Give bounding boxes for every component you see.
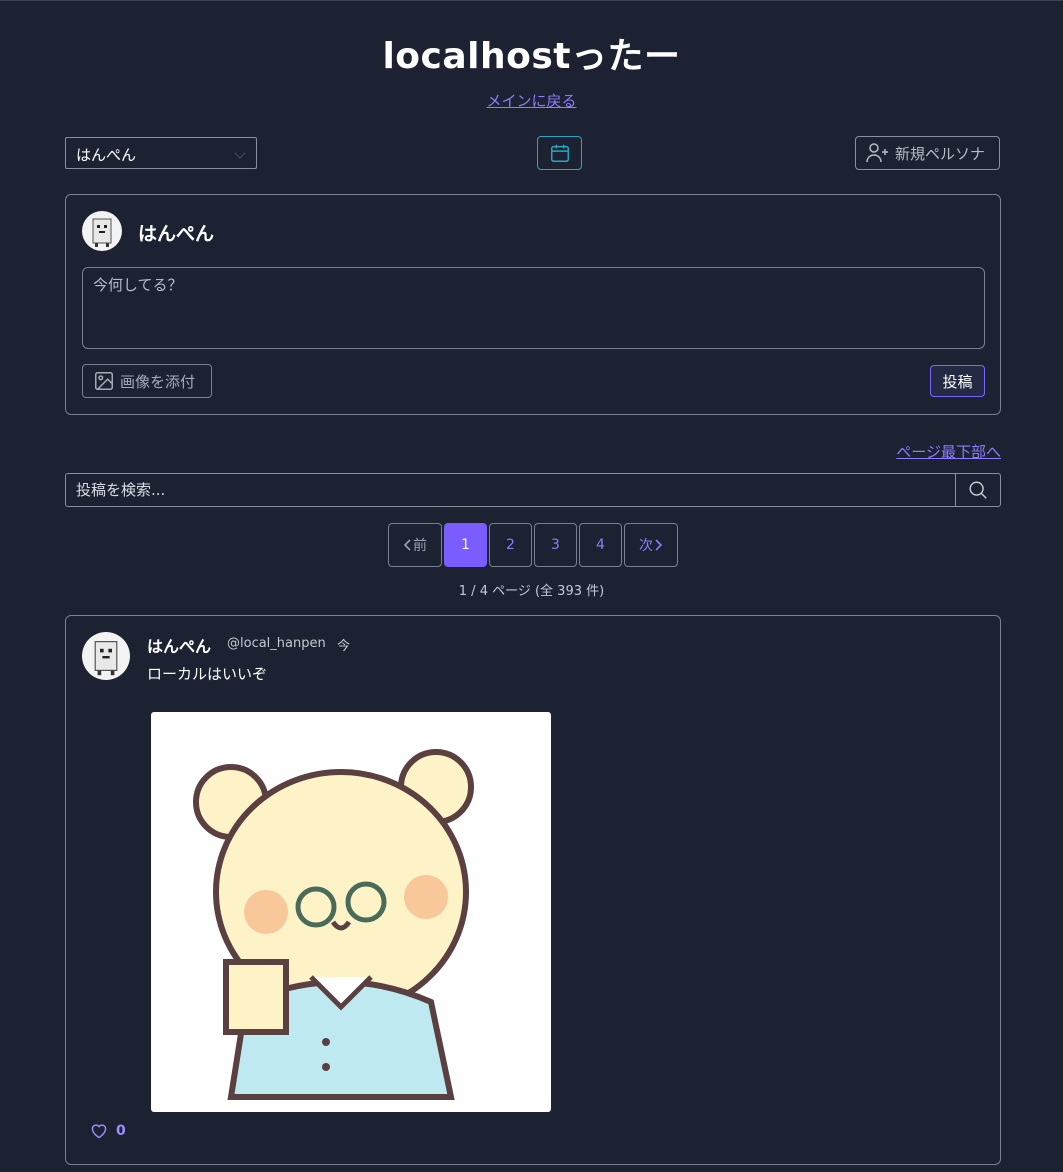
prev-page-label: 前 xyxy=(413,538,427,554)
bear-illustration xyxy=(193,749,474,1100)
compose-panel: はんぺん 画像を添付 投稿 xyxy=(65,194,1001,415)
heart-icon xyxy=(91,1124,107,1139)
pagination: 前 1 2 3 4 次 xyxy=(388,523,678,567)
search-button[interactable] xyxy=(955,474,1000,506)
add-user-icon xyxy=(866,143,888,163)
next-page-button[interactable]: 次 xyxy=(624,523,678,567)
page-info: 1 / 4 ページ (全 393 件) xyxy=(458,584,605,599)
post-timestamp: 今 xyxy=(337,639,351,654)
search-input[interactable] xyxy=(66,474,955,506)
page-button-2[interactable]: 2 xyxy=(489,523,532,567)
hanpen-avatar-icon xyxy=(92,218,112,247)
post-image[interactable] xyxy=(151,712,551,1112)
compose-textarea[interactable] xyxy=(82,267,985,349)
persona-select[interactable]: はんぺん xyxy=(65,137,257,169)
next-page-label: 次 xyxy=(639,538,653,554)
calendar-icon xyxy=(550,144,569,162)
new-persona-label: 新規ペルソナ xyxy=(895,144,986,163)
calendar-button[interactable] xyxy=(537,136,582,170)
avatar xyxy=(82,211,122,251)
chevron-right-icon xyxy=(655,539,663,551)
post-button[interactable]: 投稿 xyxy=(930,365,985,397)
prev-page-button[interactable]: 前 xyxy=(388,523,442,567)
like-count: 0 xyxy=(116,1123,126,1139)
page-bottom-link[interactable]: ページ最下部へ xyxy=(896,443,1001,461)
post-card: はんぺん @local_hanpen 今 ローカルはいいぞ 0 xyxy=(65,615,1001,1165)
new-persona-button[interactable]: 新規ペルソナ xyxy=(855,136,1000,170)
chevron-left-icon xyxy=(403,539,411,551)
page-button-1[interactable]: 1 xyxy=(444,523,487,567)
image-icon xyxy=(95,372,113,390)
like-button[interactable]: 0 xyxy=(90,1123,126,1139)
attach-image-button[interactable]: 画像を添付 xyxy=(82,364,212,398)
back-to-main-link[interactable]: メインに戻る xyxy=(486,92,576,110)
compose-persona-name: はんぺん xyxy=(138,223,215,245)
post-body: ローカルはいいぞ xyxy=(147,665,268,683)
avatar xyxy=(82,632,130,680)
page-button-4[interactable]: 4 xyxy=(579,523,622,567)
page-button-3[interactable]: 3 xyxy=(534,523,577,567)
hanpen-avatar-icon xyxy=(94,641,118,676)
post-author-handle: @local_hanpen xyxy=(227,636,326,651)
search-bar xyxy=(65,473,1001,507)
post-author-name: はんぺん xyxy=(147,637,212,656)
search-icon xyxy=(969,481,987,499)
page-title: localhostったー xyxy=(382,36,681,77)
persona-select-value: はんぺん xyxy=(76,146,137,164)
attach-image-label: 画像を添付 xyxy=(120,372,196,391)
chevron-down-icon xyxy=(234,147,246,159)
